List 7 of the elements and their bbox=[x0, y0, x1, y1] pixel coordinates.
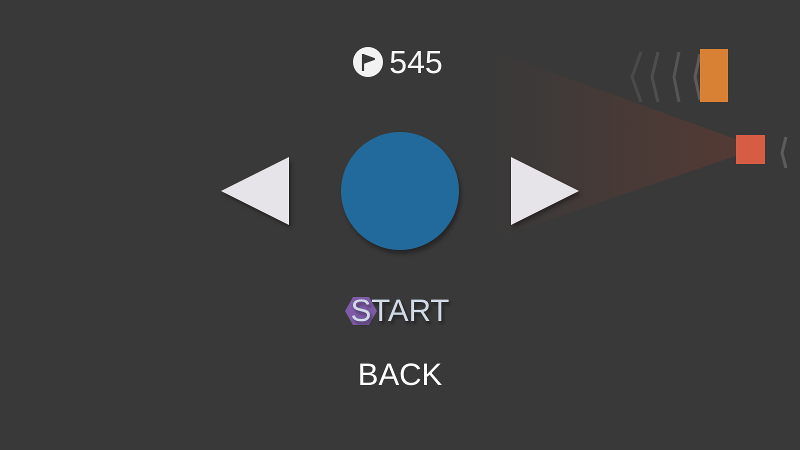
left-triangle-icon bbox=[221, 157, 289, 225]
score-value: 545 bbox=[389, 44, 443, 80]
previous-button[interactable] bbox=[221, 157, 289, 225]
flag-icon bbox=[353, 47, 384, 77]
next-button[interactable] bbox=[511, 157, 579, 225]
right-triangle-icon bbox=[511, 157, 579, 225]
menu-button[interactable]: BACK bbox=[358, 358, 442, 392]
